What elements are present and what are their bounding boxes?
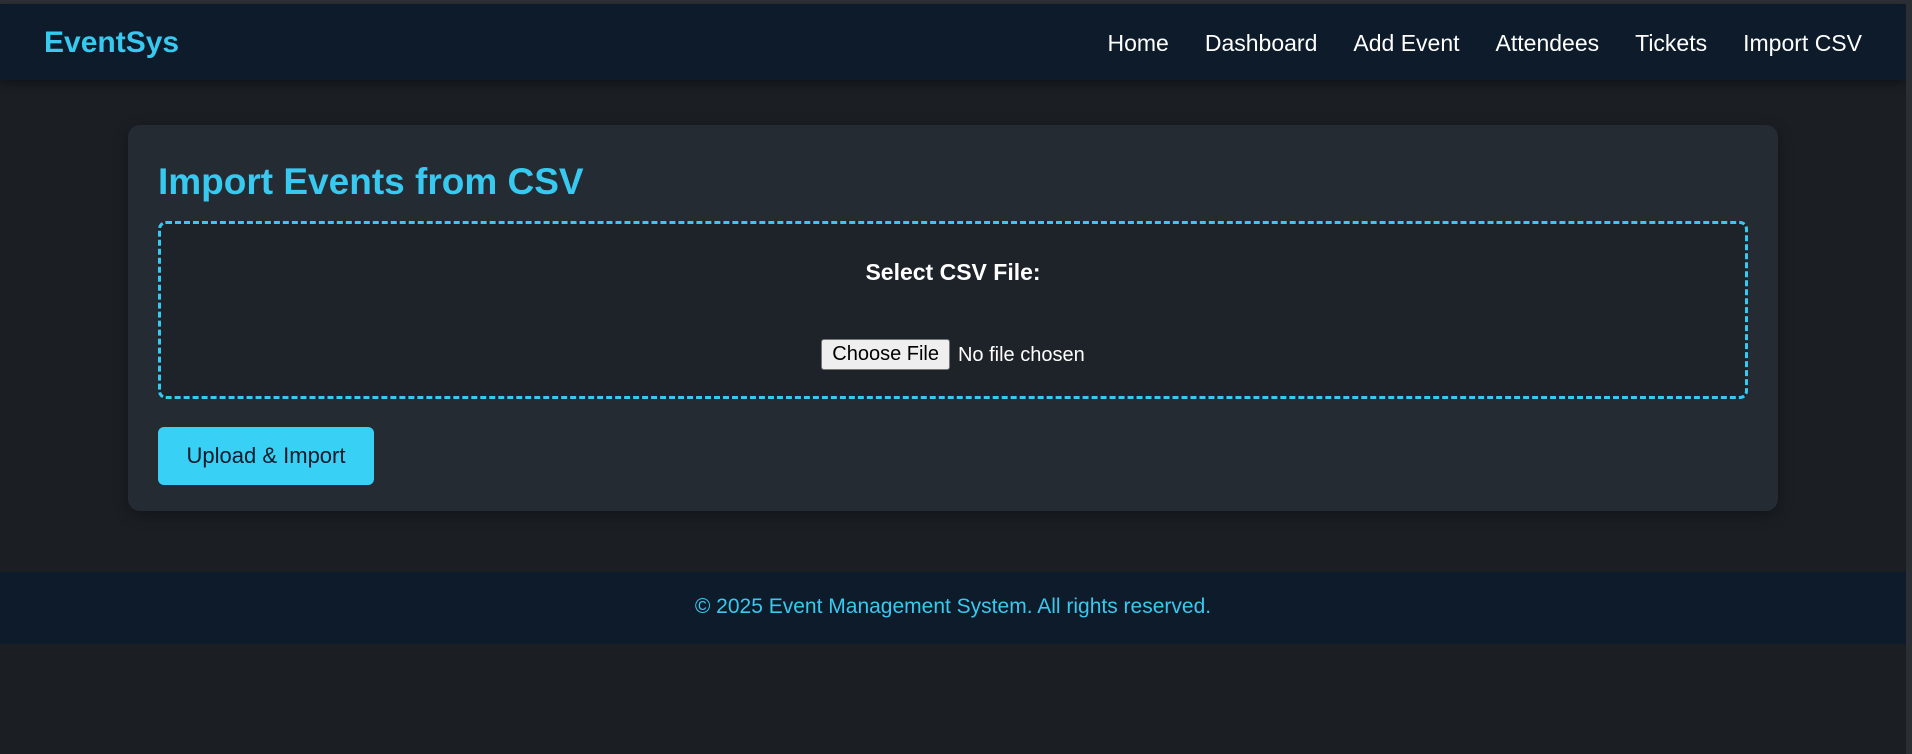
page-scrollbar[interactable]: [1906, 0, 1912, 754]
nav-link-import-csv[interactable]: Import CSV: [1743, 28, 1862, 58]
navbar: EventSys Home Dashboard Add Event Attend…: [0, 4, 1906, 80]
nav-links: Home Dashboard Add Event Attendees Ticke…: [1108, 28, 1863, 58]
footer-copyright: © 2025 Event Management System. All righ…: [694, 595, 1212, 618]
page-viewport: EventSys Home Dashboard Add Event Attend…: [0, 4, 1906, 754]
import-card: Import Events from CSV Select CSV File: …: [128, 125, 1778, 511]
nav-link-home[interactable]: Home: [1108, 28, 1169, 58]
choose-file-button[interactable]: Choose File: [821, 339, 950, 370]
nav-link-dashboard[interactable]: Dashboard: [1205, 28, 1318, 58]
page-title: Import Events from CSV: [158, 161, 584, 202]
file-input-label: Select CSV File:: [865, 259, 1041, 285]
nav-link-attendees[interactable]: Attendees: [1496, 28, 1600, 58]
file-drop-zone[interactable]: Select CSV File: Choose File No file cho…: [158, 221, 1748, 399]
file-input: Choose File No file chosen: [161, 339, 1745, 370]
footer: © 2025 Event Management System. All righ…: [0, 572, 1906, 644]
upload-import-button[interactable]: Upload & Import: [158, 427, 374, 485]
file-status-text: No file chosen: [957, 343, 1085, 366]
brand-logo[interactable]: EventSys: [44, 26, 179, 60]
nav-link-add-event[interactable]: Add Event: [1353, 28, 1459, 58]
nav-link-tickets[interactable]: Tickets: [1635, 28, 1707, 58]
